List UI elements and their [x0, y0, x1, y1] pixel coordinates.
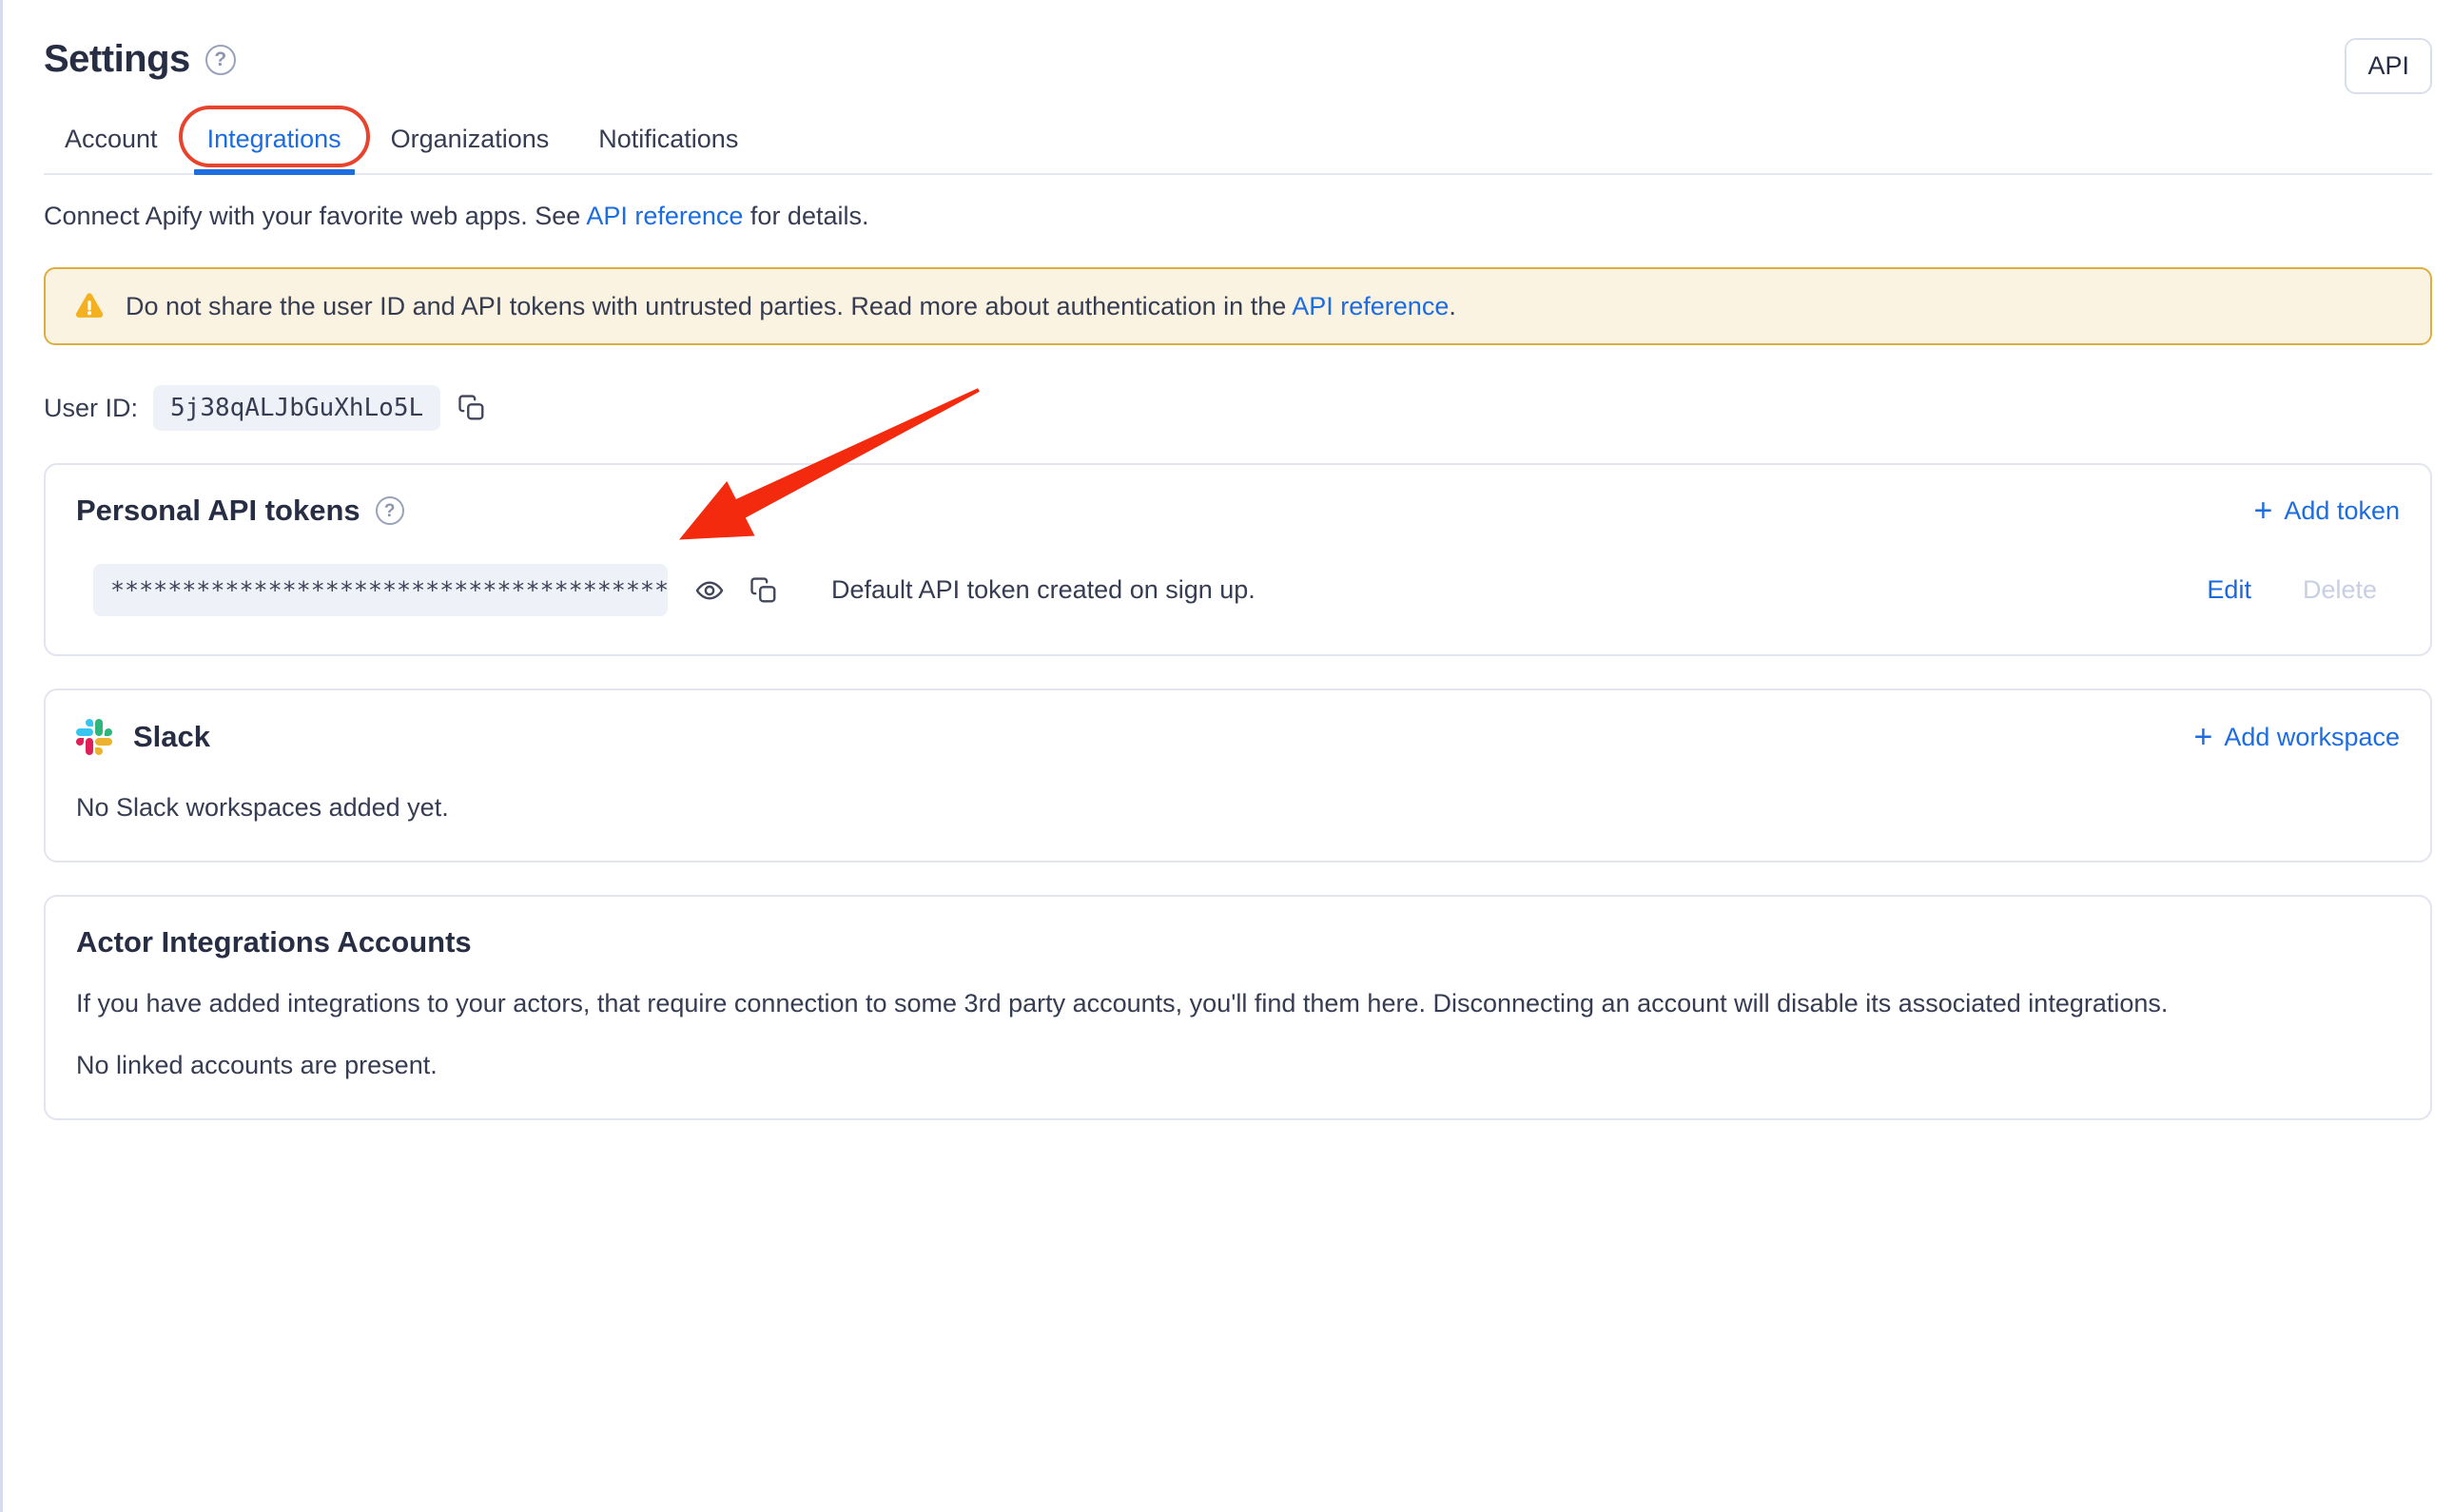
- copy-token-button[interactable]: [746, 572, 782, 609]
- copy-user-id-button[interactable]: [454, 390, 490, 426]
- settings-page: Settings ? API Account Integrations Orga…: [0, 0, 2453, 1512]
- user-id-value: 5j38qALJbGuXhLo5L: [153, 385, 440, 431]
- api-button[interactable]: API: [2345, 38, 2432, 94]
- slack-card-title: Slack: [133, 720, 210, 754]
- copy-icon: [458, 394, 486, 422]
- plus-icon: +: [2254, 494, 2273, 527]
- plus-icon: +: [2194, 721, 2213, 753]
- tab-organizations[interactable]: Organizations: [380, 109, 561, 173]
- warning-api-reference-link[interactable]: API reference: [1292, 292, 1449, 320]
- actor-card-description: If you have added integrations to your a…: [76, 986, 2400, 1020]
- warning-text-after: .: [1449, 292, 1456, 320]
- user-id-row: User ID: 5j38qALJbGuXhLo5L: [44, 385, 2432, 431]
- tab-notifications[interactable]: Notifications: [587, 109, 750, 173]
- reveal-token-button[interactable]: [691, 572, 729, 610]
- tokens-card-title: Personal API tokens: [76, 494, 360, 528]
- page-header: Settings ? API: [44, 38, 2432, 94]
- tab-integrations[interactable]: Integrations: [196, 109, 353, 173]
- tab-integrations-label: Integrations: [207, 125, 341, 153]
- add-token-button[interactable]: + Add token: [2254, 494, 2400, 527]
- slack-logo-icon: [76, 719, 112, 755]
- copy-icon: [750, 576, 778, 605]
- warning-triangle-icon: [72, 289, 107, 323]
- warning-banner: Do not share the user ID and API tokens …: [44, 267, 2432, 345]
- api-reference-link[interactable]: API reference: [586, 202, 743, 230]
- active-tab-underline: [194, 169, 355, 175]
- help-icon[interactable]: ?: [205, 45, 236, 75]
- token-row: ****************************************…: [76, 564, 2400, 616]
- tab-account[interactable]: Account: [53, 109, 169, 173]
- intro-text: Connect Apify with your favorite web app…: [44, 202, 2432, 231]
- token-description: Default API token created on sign up.: [831, 575, 1256, 605]
- tokens-help-icon[interactable]: ?: [376, 496, 404, 525]
- eye-icon: [694, 575, 725, 606]
- intro-text-after: for details.: [743, 202, 868, 230]
- warning-text: Do not share the user ID and API tokens …: [126, 292, 1456, 321]
- personal-api-tokens-card: Personal API tokens ? + Add token ******…: [44, 463, 2432, 656]
- page-title: Settings: [44, 38, 190, 81]
- masked-token-field[interactable]: ****************************************…: [93, 564, 668, 616]
- add-token-label: Add token: [2284, 496, 2400, 526]
- delete-token-button[interactable]: Delete: [2303, 575, 2377, 605]
- add-workspace-button[interactable]: + Add workspace: [2194, 721, 2400, 753]
- add-workspace-label: Add workspace: [2224, 723, 2400, 752]
- actor-empty-text: No linked accounts are present.: [76, 1051, 2400, 1080]
- slack-card: Slack + Add workspace No Slack workspace…: [44, 688, 2432, 863]
- page-left-border: [0, 0, 3, 1512]
- actor-integrations-card: Actor Integrations Accounts If you have …: [44, 895, 2432, 1120]
- settings-tabs: Account Integrations Organizations Notif…: [44, 109, 2432, 175]
- edit-token-button[interactable]: Edit: [2207, 575, 2251, 605]
- user-id-label: User ID:: [44, 394, 138, 423]
- slack-empty-text: No Slack workspaces added yet.: [76, 793, 2400, 823]
- warning-text-before: Do not share the user ID and API tokens …: [126, 292, 1292, 320]
- intro-text-before: Connect Apify with your favorite web app…: [44, 202, 586, 230]
- actor-card-title: Actor Integrations Accounts: [76, 925, 2400, 960]
